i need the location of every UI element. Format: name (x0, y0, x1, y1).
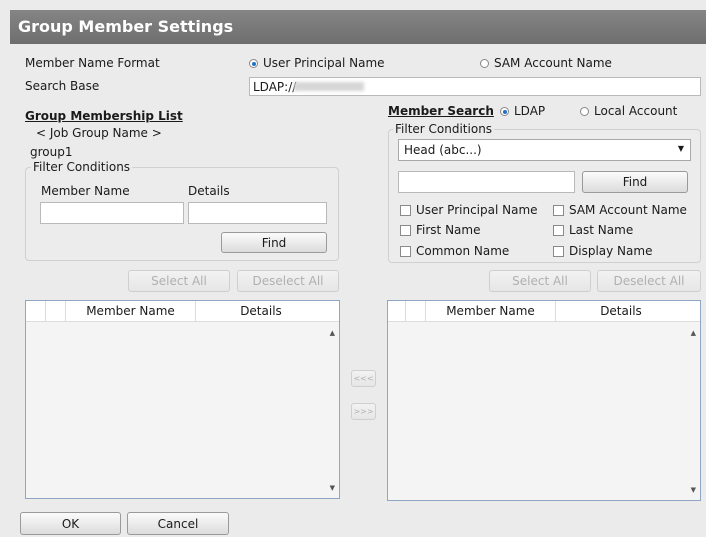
search-list-handle-col (388, 301, 406, 321)
checkbox-sam[interactable]: SAM Account Name (553, 203, 687, 217)
source-option-local-label: Local Account (594, 104, 678, 118)
checkbox-common-name-icon[interactable] (400, 246, 411, 257)
search-list-col-details[interactable]: Details (556, 301, 686, 321)
format-option-upn-label: User Principal Name (263, 56, 385, 70)
membership-list-col-details[interactable]: Details (196, 301, 326, 321)
scroll-up-icon[interactable]: ▲ (691, 329, 696, 337)
radio-upn-icon[interactable] (249, 59, 258, 68)
format-option-sam-label: SAM Account Name (494, 56, 612, 70)
details-input[interactable] (188, 202, 327, 224)
membership-list-header: Member Name Details (26, 301, 339, 322)
membership-list-col-member-name[interactable]: Member Name (66, 301, 196, 321)
chevron-down-icon[interactable]: ▼ (678, 144, 684, 153)
checkbox-first-name[interactable]: First Name (400, 223, 480, 237)
add-members-button[interactable]: <<< (351, 370, 376, 387)
search-base-label: Search Base (25, 79, 100, 93)
dialog-title-bar: Group Member Settings (10, 10, 706, 44)
member-search-find-button[interactable]: Find (582, 171, 688, 193)
search-list-col-member-name[interactable]: Member Name (426, 301, 556, 321)
member-name-column-label: Member Name (41, 184, 130, 198)
format-option-upn[interactable]: User Principal Name (249, 56, 385, 70)
ok-button[interactable]: OK (20, 512, 121, 535)
checkbox-sam-icon[interactable] (553, 205, 564, 216)
redacted-host (294, 82, 364, 91)
format-option-sam[interactable]: SAM Account Name (480, 56, 612, 70)
checkbox-common-name[interactable]: Common Name (400, 244, 509, 258)
search-list-check-col (406, 301, 426, 321)
group-membership-heading: Group Membership List (25, 109, 183, 123)
member-name-format-label: Member Name Format (25, 56, 160, 70)
checkbox-upn-label: User Principal Name (416, 203, 538, 217)
group-name-value: group1 (30, 145, 73, 159)
checkbox-upn[interactable]: User Principal Name (400, 203, 538, 217)
dialog-title: Group Member Settings (18, 17, 234, 36)
checkbox-common-name-label: Common Name (416, 244, 510, 258)
checkbox-display-name-label: Display Name (569, 244, 653, 258)
remove-members-button[interactable]: >>> (351, 403, 376, 420)
source-option-local[interactable]: Local Account (580, 104, 677, 118)
checkbox-first-name-label: First Name (416, 223, 481, 237)
membership-list-handle-col (26, 301, 46, 321)
membership-deselect-all-button[interactable]: Deselect All (237, 270, 339, 292)
checkbox-last-name-label: Last Name (569, 223, 634, 237)
source-option-ldap[interactable]: LDAP (500, 104, 545, 118)
member-search-heading: Member Search (388, 104, 494, 118)
checkbox-first-name-icon[interactable] (400, 225, 411, 236)
attribute-dropdown[interactable]: Head (abc...) ▼ (398, 139, 691, 161)
checkbox-display-name-icon[interactable] (553, 246, 564, 257)
search-base-field[interactable]: LDAP:// (249, 77, 701, 96)
scroll-down-icon[interactable]: ▼ (330, 484, 335, 492)
membership-select-all-button[interactable]: Select All (128, 270, 230, 292)
radio-sam-icon[interactable] (480, 59, 489, 68)
search-select-all-button[interactable]: Select All (489, 270, 591, 292)
search-results-list[interactable]: Member Name Details ▲ ▼ (387, 300, 701, 501)
search-filter-legend: Filter Conditions (393, 122, 495, 136)
radio-ldap-icon[interactable] (500, 107, 509, 116)
membership-list[interactable]: Member Name Details ▲ ▼ (25, 300, 340, 499)
membership-list-check-col (46, 301, 66, 321)
checkbox-sam-label: SAM Account Name (569, 203, 687, 217)
checkbox-last-name-icon[interactable] (553, 225, 564, 236)
membership-find-button[interactable]: Find (221, 232, 327, 253)
search-base-value: LDAP:// (253, 80, 297, 94)
member-search-input[interactable] (398, 171, 575, 193)
checkbox-display-name[interactable]: Display Name (553, 244, 652, 258)
scroll-up-icon[interactable]: ▲ (330, 329, 335, 337)
scroll-down-icon[interactable]: ▼ (691, 486, 696, 494)
search-deselect-all-button[interactable]: Deselect All (597, 270, 701, 292)
details-column-label: Details (188, 184, 230, 198)
cancel-button[interactable]: Cancel (127, 512, 229, 535)
checkbox-last-name[interactable]: Last Name (553, 223, 633, 237)
attribute-dropdown-value: Head (abc...) (404, 143, 482, 157)
job-group-name-label: < Job Group Name > (36, 126, 162, 140)
source-option-ldap-label: LDAP (514, 104, 546, 118)
member-name-input[interactable] (40, 202, 184, 224)
search-list-header: Member Name Details (388, 301, 700, 322)
checkbox-upn-icon[interactable] (400, 205, 411, 216)
membership-filter-legend: Filter Conditions (31, 160, 133, 174)
radio-local-icon[interactable] (580, 107, 589, 116)
